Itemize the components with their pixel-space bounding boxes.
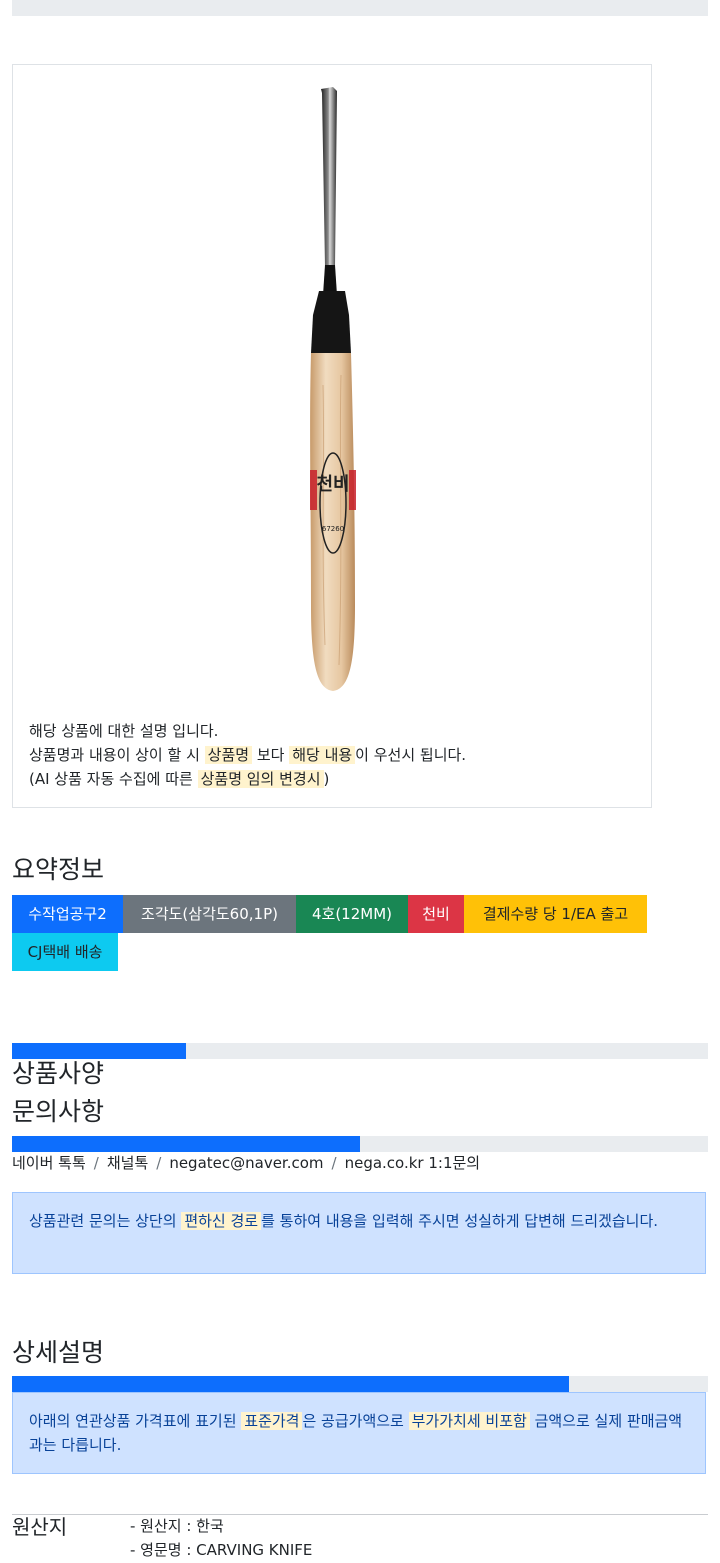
product-card: 천비 67260 해당 상품에 대한 설명 입니다. 상품명과 내용이 상이 할… bbox=[12, 64, 652, 808]
detail-title: 상세설명 bbox=[12, 1338, 105, 1367]
badge-delivery: CJ택배 배송 bbox=[12, 933, 118, 971]
badge-shipping-unit: 결제수량 당 1/EA 출고 bbox=[464, 895, 647, 933]
channel-email[interactable]: negatec@naver.com bbox=[169, 1154, 323, 1172]
brand-mark-text: 천비 bbox=[316, 474, 349, 495]
notice-highlight: 상품명 bbox=[204, 746, 253, 764]
alert-text: 상품관련 문의는 상단의 bbox=[29, 1212, 182, 1230]
spec-progress bbox=[12, 1043, 708, 1059]
carving-knife-image: 천비 67260 bbox=[310, 87, 356, 691]
spec-title: 상품사양 bbox=[12, 1059, 105, 1088]
badge-brand: 천비 bbox=[408, 895, 464, 933]
badge-product-name: 조각도(삼각도60,1P) bbox=[123, 895, 296, 933]
notice-text: (AI 상품 자동 수집에 따른 bbox=[29, 770, 198, 788]
code-mark-text: 67260 bbox=[322, 525, 344, 533]
channel-website[interactable]: nega.co.kr 1:1문의 bbox=[345, 1154, 481, 1172]
separator: / bbox=[93, 1154, 99, 1172]
alert-highlight: 표준가격 bbox=[241, 1412, 303, 1430]
summary-title: 요약정보 bbox=[12, 855, 105, 884]
top-progress-bar bbox=[12, 0, 708, 16]
notice-line-3: (AI 상품 자동 수집에 따른 상품명 임의 변경시) bbox=[29, 767, 466, 791]
channel-naver-talk[interactable]: 네이버 톡톡 bbox=[12, 1154, 86, 1172]
detail-alert: 아래의 연관상품 가격표에 표기된 표준가격 은 공급가액으로 부가가치세 비포함… bbox=[12, 1392, 706, 1474]
origin-item: - 영문명 : CARVING KNIFE bbox=[130, 1541, 313, 1559]
separator: / bbox=[331, 1154, 337, 1172]
notice-line-2: 상품명과 내용이 상이 할 시 상품명 보다 해당 내용 이 우선시 됩니다. bbox=[29, 743, 466, 767]
badge-category: 수작업공구2 bbox=[12, 895, 123, 933]
notice-text: ) bbox=[323, 770, 330, 788]
channel-channel-talk[interactable]: 채널톡 bbox=[107, 1154, 148, 1172]
notice-text: 이 우선시 됩니다. bbox=[355, 746, 467, 764]
alert-text: 를 통하여 내용을 입력해 주시면 성실하게 답변해 드리겠습니다. bbox=[261, 1212, 659, 1230]
inquiry-alert: 상품관련 문의는 상단의 편하신 경로 를 통하여 내용을 입력해 주시면 성실하… bbox=[12, 1192, 706, 1274]
contact-channels: 네이버 톡톡 / 채널톡 / negatec@naver.com / nega.co.kr … bbox=[12, 1151, 480, 1175]
notice-highlight: 해당 내용 bbox=[289, 746, 356, 764]
badge-size: 4호(12MM) bbox=[296, 895, 408, 933]
detail-progress-fill bbox=[12, 1376, 569, 1392]
product-notice: 해당 상품에 대한 설명 입니다. 상품명과 내용이 상이 할 시 상품명 보다… bbox=[29, 719, 466, 791]
detail-progress bbox=[12, 1376, 708, 1392]
notice-text: 보다 bbox=[252, 746, 290, 764]
origin-item: - 원산지 : 한국 bbox=[130, 1517, 224, 1535]
alert-text: 아래의 연관상품 가격표에 표기된 bbox=[29, 1412, 242, 1430]
inquiry-progress bbox=[12, 1136, 708, 1152]
separator: / bbox=[156, 1154, 162, 1172]
origin-list: - 원산지 : 한국 - 영문명 : CARVING KNIFE bbox=[130, 1514, 312, 1562]
origin-title: 원산지 bbox=[12, 1515, 68, 1539]
inquiry-title: 문의사항 bbox=[12, 1097, 105, 1126]
notice-highlight: 상품명 임의 변경시 bbox=[197, 770, 324, 788]
notice-line-1: 해당 상품에 대한 설명 입니다. bbox=[29, 722, 219, 740]
spec-progress-fill bbox=[12, 1043, 186, 1059]
alert-highlight: 편하신 경로 bbox=[181, 1212, 262, 1230]
alert-text: 은 공급가액으로 bbox=[302, 1412, 409, 1430]
alert-highlight: 부가가치세 비포함 bbox=[408, 1412, 530, 1430]
origin-divider bbox=[12, 1514, 708, 1515]
inquiry-progress-fill bbox=[12, 1136, 360, 1152]
notice-text: 상품명과 내용이 상이 할 시 bbox=[29, 746, 205, 764]
